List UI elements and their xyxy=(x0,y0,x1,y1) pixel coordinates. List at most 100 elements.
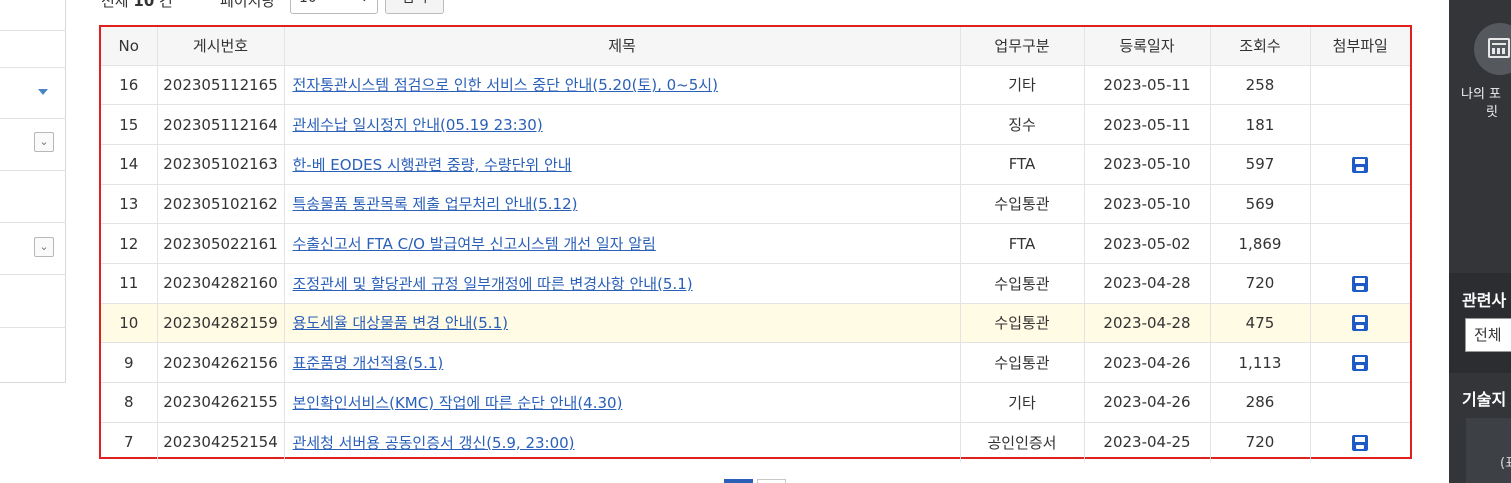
per-page-label: 페이지당 xyxy=(220,0,276,10)
floppy-disk-icon[interactable] xyxy=(1352,275,1369,292)
tech-support-box-text: (표 xyxy=(1500,456,1511,471)
row-views: 286 xyxy=(1210,382,1311,423)
row-no: 7 xyxy=(101,422,158,462)
row-attachment xyxy=(1310,65,1410,106)
my-portlet-label-line2: 릿 xyxy=(1486,105,1498,120)
row-views: 181 xyxy=(1210,104,1311,145)
table-row[interactable]: 8 202304262155 본인확인서비스(KMC) 작업에 따른 순단 안내(4… xyxy=(101,382,1410,423)
row-title-cell: 용도세율 대상물품 변경 안내(5.1) xyxy=(284,303,961,344)
table-row[interactable]: 10 202304282159 용도세율 대상물품 변경 안내(5.1) 수입통관 20… xyxy=(101,303,1410,344)
row-title-cell: 전자통관시스템 점검으로 인한 서비스 중단 안내(5.20(토), 0~5시) xyxy=(284,65,961,106)
row-title-cell: 조정관세 및 할당관세 규정 일부개정에 따른 변경사항 안내(5.1) xyxy=(284,263,961,304)
row-category: 수입통관 xyxy=(960,303,1085,344)
sidebar-divider xyxy=(0,222,66,223)
row-attachment xyxy=(1310,144,1410,185)
row-title-cell: 표준품명 개선적용(5.1) xyxy=(284,342,961,383)
tech-support-title: 기술지 xyxy=(1462,390,1507,409)
row-attachment xyxy=(1310,223,1410,264)
table-row[interactable]: 14 202305102163 한-베 EODES 시행관련 중량, 수량단위 안내… xyxy=(101,144,1410,185)
floppy-disk-icon[interactable] xyxy=(1352,156,1369,173)
row-title-link[interactable]: 용도세율 대상물품 변경 안내(5.1) xyxy=(293,314,508,332)
tech-support-box[interactable] xyxy=(1466,418,1511,483)
row-attachment xyxy=(1310,422,1410,462)
page-button-current[interactable] xyxy=(724,479,753,483)
related-sites-select[interactable]: 전체 xyxy=(1465,318,1511,352)
total-prefix: 전체 xyxy=(101,0,129,10)
row-title-link[interactable]: 관세수납 일시정지 안내(05.19 23:30) xyxy=(293,116,543,134)
sidebar-divider xyxy=(0,118,66,119)
table-row[interactable]: 15 202305112164 관세수납 일시정지 안내(05.19 23:30) 징… xyxy=(101,104,1410,145)
header-title: 제목 xyxy=(284,27,961,66)
table-row[interactable]: 9 202304262156 표준품명 개선적용(5.1) 수입통관 2023-04-2… xyxy=(101,342,1410,383)
row-attachment xyxy=(1310,382,1410,423)
notice-board-table: No 게시번호 제목 업무구분 등록일자 조회수 첨부파일 16 20230511… xyxy=(99,25,1412,462)
row-title-link[interactable]: 표준품명 개선적용(5.1) xyxy=(293,354,444,372)
sidebar-dropdown-chevron-icon[interactable]: ⌄ xyxy=(34,132,54,152)
row-views: 258 xyxy=(1210,65,1311,106)
row-title-link[interactable]: 수출신고서 FTA C/O 발급여부 신고시스템 개선 일자 알림 xyxy=(293,235,656,253)
sidebar-expand-caret-icon[interactable] xyxy=(38,89,48,95)
row-category: 징수 xyxy=(960,104,1085,145)
row-category: FTA xyxy=(960,144,1085,185)
row-views: 720 xyxy=(1210,422,1311,462)
row-post-number: 202304262156 xyxy=(157,342,285,383)
row-category: 수입통관 xyxy=(960,184,1085,225)
row-post-number: 202305102162 xyxy=(157,184,285,225)
row-date: 2023-05-11 xyxy=(1084,65,1211,106)
row-title-link[interactable]: 관세청 서버용 공동인증서 갱신(5.9, 23:00) xyxy=(293,434,575,452)
table-row[interactable]: 13 202305102162 특송물품 통관목록 제출 업무처리 안내(5.12)… xyxy=(101,184,1410,225)
row-attachment xyxy=(1310,184,1410,225)
row-attachment xyxy=(1310,303,1410,344)
header-no: No xyxy=(101,27,158,66)
floppy-disk-icon[interactable] xyxy=(1352,355,1369,372)
row-views: 569 xyxy=(1210,184,1311,225)
row-date: 2023-05-10 xyxy=(1084,144,1211,185)
table-row[interactable]: 12 202305022161 수출신고서 FTA C/O 발급여부 신고시스템 개… xyxy=(101,223,1410,264)
header-attachment: 첨부파일 xyxy=(1310,27,1410,66)
row-views: 1,869 xyxy=(1210,223,1311,264)
row-attachment xyxy=(1310,342,1410,383)
header-views: 조회수 xyxy=(1210,27,1311,66)
row-title-cell: 한-베 EODES 시행관련 중량, 수량단위 안내 xyxy=(284,144,961,185)
row-post-number: 202304282160 xyxy=(157,263,285,304)
row-post-number: 202305112165 xyxy=(157,65,285,106)
table-row[interactable]: 11 202304282160 조정관세 및 할당관세 규정 일부개정에 따른 변경… xyxy=(101,263,1410,304)
row-date: 2023-04-28 xyxy=(1084,303,1211,344)
table-header-row: No 게시번호 제목 업무구분 등록일자 조회수 첨부파일 xyxy=(101,27,1410,66)
row-date: 2023-04-25 xyxy=(1084,422,1211,462)
total-suffix: 건 xyxy=(159,0,173,10)
row-title-link[interactable]: 본인확인서비스(KMC) 작업에 따른 순단 안내(4.30) xyxy=(293,394,623,412)
total-count: 10 xyxy=(133,0,155,10)
row-no: 8 xyxy=(101,382,158,423)
sidebar-divider xyxy=(0,30,66,31)
table-row[interactable]: 7 202304252154 관세청 서버용 공동인증서 갱신(5.9, 23:00… xyxy=(101,422,1410,462)
sidebar-divider xyxy=(0,170,66,171)
row-title-cell: 관세청 서버용 공동인증서 갱신(5.9, 23:00) xyxy=(284,422,961,462)
row-title-link[interactable]: 한-베 EODES 시행관련 중량, 수량단위 안내 xyxy=(293,156,572,174)
total-count-label: 전체 10 건 xyxy=(101,0,173,11)
row-no: 13 xyxy=(101,184,158,225)
sidebar-divider xyxy=(0,67,66,68)
sidebar-dropdown-chevron-icon[interactable]: ⌄ xyxy=(34,237,54,257)
floppy-disk-icon[interactable] xyxy=(1352,315,1369,332)
row-post-number: 202304262155 xyxy=(157,382,285,423)
row-date: 2023-05-02 xyxy=(1084,223,1211,264)
row-category: 수입통관 xyxy=(960,263,1085,304)
header-date: 등록일자 xyxy=(1084,27,1211,66)
row-no: 9 xyxy=(101,342,158,383)
row-title-link[interactable]: 특송물품 통관목록 제출 업무처리 안내(5.12) xyxy=(293,195,578,213)
floppy-disk-icon[interactable] xyxy=(1352,434,1369,451)
row-category: 수입통관 xyxy=(960,342,1085,383)
row-title-link[interactable]: 전자통관시스템 점검으로 인한 서비스 중단 안내(5.20(토), 0~5시) xyxy=(293,76,718,94)
row-views: 475 xyxy=(1210,303,1311,344)
row-category: 기타 xyxy=(960,65,1085,106)
table-row[interactable]: 16 202305112165 전자통관시스템 점검으로 인한 서비스 중단 안내(… xyxy=(101,65,1410,106)
row-title-cell: 특송물품 통관목록 제출 업무처리 안내(5.12) xyxy=(284,184,961,225)
row-title-link[interactable]: 조정관세 및 할당관세 규정 일부개정에 따른 변경사항 안내(5.1) xyxy=(293,275,693,293)
search-button[interactable]: 검색 xyxy=(385,0,444,14)
row-title-cell: 관세수납 일시정지 안내(05.19 23:30) xyxy=(284,104,961,145)
per-page-value: 10 xyxy=(299,0,317,6)
row-views: 1,113 xyxy=(1210,342,1311,383)
per-page-select[interactable]: 10 ⌄ xyxy=(290,0,378,14)
page-button[interactable] xyxy=(757,479,786,483)
